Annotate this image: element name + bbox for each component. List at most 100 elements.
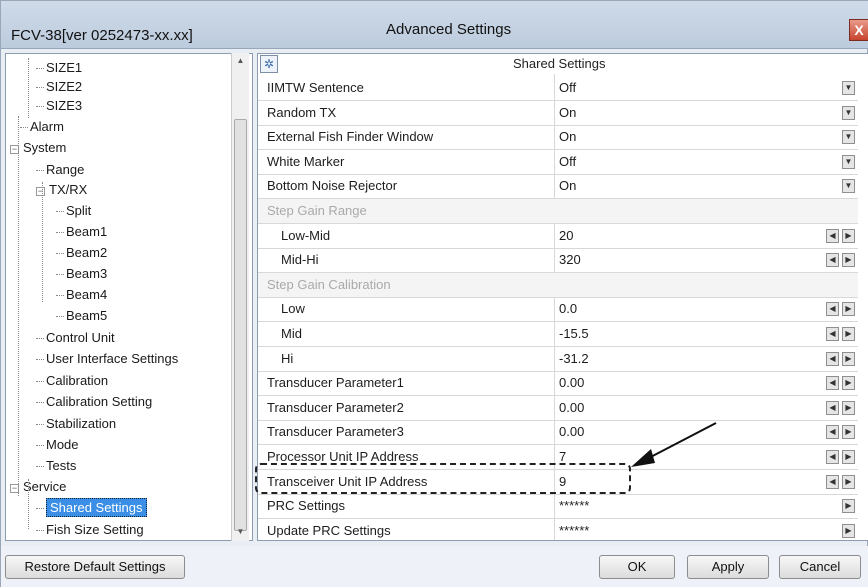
setting-row-mid[interactable]: Mid -15.5 ◀ ▶ [258,322,858,347]
tree-item-beam5[interactable]: Beam5 [56,306,107,326]
setting-row-low[interactable]: Low 0.0 ◀ ▶ [258,297,858,323]
dialog-title: Advanced Settings [386,21,512,38]
tree-item-range[interactable]: Range [36,160,84,180]
tree-item-size2[interactable]: SIZE2 [36,77,82,97]
increment-arrow-icon[interactable]: ▶ [842,450,855,464]
cancel-button[interactable]: Cancel [779,555,861,579]
setting-value[interactable]: On [559,178,576,193]
setting-value[interactable]: 0.00 [559,400,584,415]
decrement-arrow-icon[interactable]: ◀ [826,253,839,268]
setting-row-mid-hi[interactable]: Mid-Hi 320 ◀ ▶ [258,248,858,274]
increment-arrow-icon[interactable]: ▶ [842,228,855,243]
tree-scrollbar-thumb[interactable] [234,119,247,531]
dropdown-arrow-icon[interactable]: ▼ [842,130,855,145]
apply-button[interactable]: Apply [687,555,769,579]
tree-item-beam2[interactable]: Beam2 [56,243,107,263]
grid-sort-icon[interactable]: ✲ [260,55,278,73]
decrement-arrow-icon[interactable]: ◀ [826,425,839,440]
tree-scrollbar[interactable]: ▲ ▼ [231,53,249,541]
decrement-arrow-icon[interactable]: ◀ [826,302,839,317]
setting-name: Bottom Noise Rejector [267,178,398,194]
setting-row-transducer-parameter1[interactable]: Transducer Parameter1 0.00 ◀ ▶ [258,371,858,397]
setting-value[interactable]: 320 [559,252,581,267]
tree-connector [36,424,44,426]
tree-item-user-interface-settings[interactable]: User Interface Settings [36,349,178,369]
grid-header: ✲ Shared Settings [258,54,868,74]
tree-item-beam4[interactable]: Beam4 [56,285,107,305]
ok-button[interactable]: OK [599,555,675,579]
setting-value[interactable]: Off [559,80,576,95]
tree-connector [36,508,44,510]
collapse-icon[interactable]: − [36,187,45,196]
setting-value[interactable]: 7 [559,449,566,464]
decrement-arrow-icon[interactable]: ◀ [826,228,839,243]
tree-item-stabilization[interactable]: Stabilization [36,414,116,434]
restore-default-settings-button[interactable]: Restore Default Settings [5,555,185,579]
tree-item-beam3[interactable]: Beam3 [56,264,107,284]
dropdown-arrow-icon[interactable]: ▼ [842,105,855,120]
increment-arrow-icon[interactable]: ▶ [842,376,855,391]
tree-item-label: Mode [46,437,79,452]
setting-value[interactable]: On [559,129,576,144]
setting-row-hi[interactable]: Hi -31.2 ◀ ▶ [258,347,858,372]
setting-value[interactable]: -31.2 [559,351,589,366]
dropdown-arrow-icon[interactable]: ▼ [842,81,855,95]
tree-item-calibration[interactable]: Calibration [36,371,108,391]
setting-row-external-fish-finder-window[interactable]: External Fish Finder Window On ▼ [258,125,858,151]
setting-row-transducer-parameter3[interactable]: Transducer Parameter3 0.00 ◀ ▶ [258,420,858,446]
setting-row-white-marker[interactable]: White Marker Off ▼ [258,150,858,175]
scroll-down-icon[interactable]: ▼ [234,525,247,538]
setting-value[interactable]: On [559,105,576,120]
tree-item-fish-size-setting[interactable]: Fish Size Setting [36,520,144,540]
close-button[interactable]: X [849,19,868,41]
setting-value[interactable]: 0.00 [559,375,584,390]
decrement-arrow-icon[interactable]: ◀ [826,400,839,415]
increment-arrow-icon[interactable]: ▶ [842,474,855,489]
setting-row-low-mid[interactable]: Low-Mid 20 ◀ ▶ [258,224,858,249]
increment-arrow-icon[interactable]: ▶ [842,253,855,268]
setting-value[interactable]: Off [559,154,576,169]
decrement-arrow-icon[interactable]: ◀ [826,474,839,489]
setting-value[interactable]: -15.5 [559,326,589,341]
setting-row-transducer-parameter2[interactable]: Transducer Parameter2 0.00 ◀ ▶ [258,396,858,421]
setting-value[interactable]: ****** [559,523,589,538]
setting-value[interactable]: 20 [559,228,573,243]
dropdown-arrow-icon[interactable]: ▼ [842,154,855,169]
decrement-arrow-icon[interactable]: ◀ [826,327,839,341]
setting-row-bottom-noise-rejector[interactable]: Bottom Noise Rejector On ▼ [258,174,858,200]
tree-item-label: Range [46,162,85,177]
decrement-arrow-icon[interactable]: ◀ [826,351,839,366]
tree-item-label: Beam3 [66,266,108,281]
tree-item-alarm[interactable]: Alarm [20,117,64,137]
decrement-arrow-icon[interactable]: ◀ [826,376,839,391]
tree-item-control-unit[interactable]: Control Unit [36,328,115,348]
tree-item-shared-settings[interactable]: Shared Settings [36,498,147,518]
increment-arrow-icon[interactable]: ▶ [842,425,855,440]
tree-item-split[interactable]: Split [56,201,91,221]
setting-row-update-prc-settings[interactable]: Update PRC Settings ****** ▶ [258,519,858,540]
tree-item-tests[interactable]: Tests [36,456,76,476]
tree-item-size3[interactable]: SIZE3 [36,96,82,116]
increment-arrow-icon[interactable]: ▶ [842,302,855,317]
setting-value[interactable]: 0.0 [559,301,577,316]
tree-item-mode[interactable]: Mode [36,435,79,455]
setting-row-random-tx[interactable]: Random TX On ▼ [258,101,858,126]
open-submenu-icon[interactable]: ▶ [842,523,855,538]
tree-item-beam1[interactable]: Beam1 [56,222,107,242]
dropdown-arrow-icon[interactable]: ▼ [842,179,855,194]
tree-item-size1[interactable]: SIZE1 [36,58,82,78]
scroll-up-icon[interactable]: ▲ [234,54,247,67]
tree-item-tx-rx[interactable]: − TX/RX [36,180,87,200]
increment-arrow-icon[interactable]: ▶ [842,327,855,341]
tree-connector [36,338,44,340]
tree-item-label: Split [66,203,92,218]
setting-value[interactable]: ****** [559,498,589,513]
open-submenu-icon[interactable]: ▶ [842,499,855,514]
setting-row-iimtw-sentence[interactable]: IIMTW Sentence Off ▼ [258,76,858,101]
tree-item-calibration-setting[interactable]: Calibration Setting [36,392,152,412]
increment-arrow-icon[interactable]: ▶ [842,351,855,366]
setting-value[interactable]: 0.00 [559,424,584,439]
setting-row-prc-settings[interactable]: PRC Settings ****** ▶ [258,494,858,520]
increment-arrow-icon[interactable]: ▶ [842,400,855,415]
decrement-arrow-icon[interactable]: ◀ [826,450,839,464]
